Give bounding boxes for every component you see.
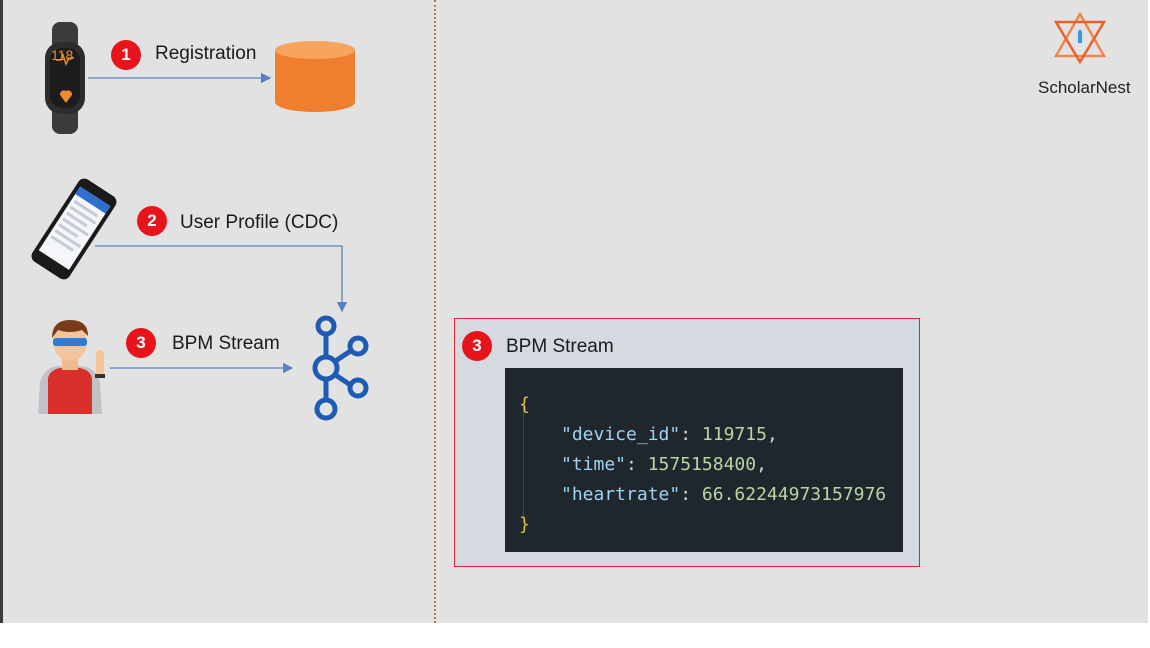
kafka-icon — [312, 315, 369, 421]
json-key: "time" — [561, 454, 627, 475]
slide-canvas: 118 1 Registration 2 User Profile (CDC) … — [0, 0, 1148, 623]
band-reading: 118 — [51, 47, 74, 63]
arrow-user-profile — [95, 245, 348, 313]
json-code-block: { "device_id": 119715, "time": 157515840… — [505, 368, 903, 552]
scholarnest-logo-icon — [1053, 12, 1107, 64]
brand-name: ScholarNest — [1038, 78, 1131, 97]
json-line-device-id: "device_id": 119715, — [561, 424, 778, 445]
step-1-badge: 1 — [111, 40, 141, 70]
user-avatar-icon — [38, 320, 105, 414]
step-2-label: User Profile (CDC) — [180, 212, 339, 233]
indent-guide — [523, 406, 524, 518]
json-line-heartrate: "heartrate": 66.62244973157976 — [561, 484, 887, 505]
step-2-badge: 2 — [137, 206, 167, 236]
step-1-label: Registration — [155, 43, 257, 64]
json-key: "heartrate" — [561, 484, 681, 505]
json-key: "device_id" — [561, 424, 681, 445]
close-brace: } — [519, 514, 530, 535]
step-3-label: BPM Stream — [172, 333, 280, 354]
database-icon — [275, 41, 355, 112]
message-title: BPM Stream — [506, 336, 614, 357]
json-value: 119715 — [701, 424, 767, 445]
json-value: 1575158400 — [647, 454, 757, 475]
open-brace: { — [519, 394, 530, 415]
smartphone-icon — [31, 178, 117, 280]
message-step-badge: 3 — [462, 331, 492, 361]
fitness-band-icon — [45, 22, 85, 134]
json-line-time: "time": 1575158400, — [561, 454, 767, 475]
json-value: 66.62244973157976 — [701, 484, 887, 505]
step-3-badge: 3 — [126, 328, 156, 358]
